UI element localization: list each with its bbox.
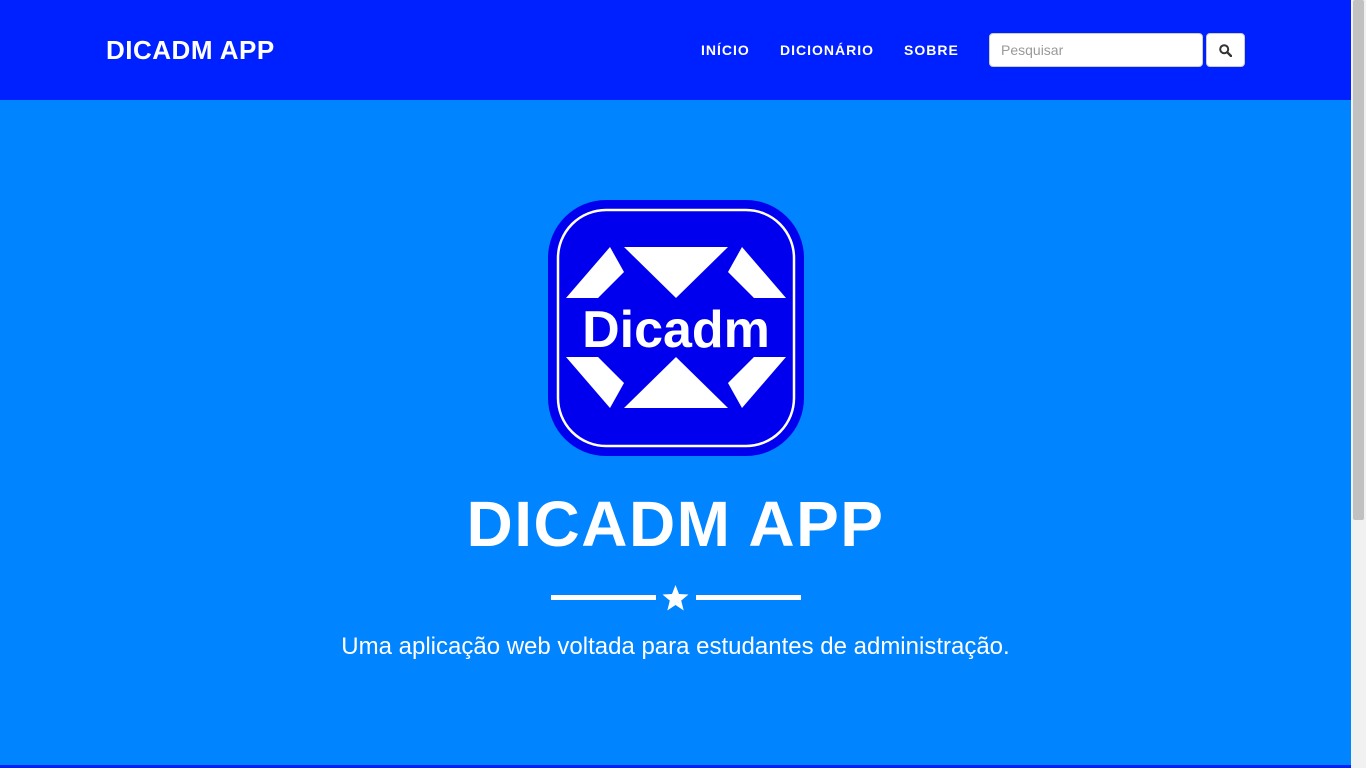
search-icon: [1219, 43, 1232, 57]
divider-line-left: [551, 595, 656, 600]
star-icon: [662, 585, 689, 611]
scrollbar-thumb[interactable]: [1353, 0, 1364, 520]
hero-title: DICADM APP: [466, 488, 885, 560]
search-button[interactable]: [1206, 33, 1245, 67]
nav-link-inicio[interactable]: INÍCIO: [701, 41, 750, 59]
navbar: DICADM APP INÍCIO DICIONÁRIO SOBRE: [0, 0, 1351, 100]
logo-text: Dicadm: [582, 301, 770, 359]
nav-link-dicionario[interactable]: DICIONÁRIO: [780, 41, 874, 59]
dicadm-logo-icon: Dicadm: [548, 200, 804, 456]
nav-link-sobre[interactable]: SOBRE: [904, 41, 959, 59]
divider-line-right: [696, 595, 801, 600]
hero-tagline: Uma aplicação web voltada para estudante…: [341, 633, 1010, 660]
search-input[interactable]: [989, 33, 1203, 67]
brand-link[interactable]: DICADM APP: [106, 34, 275, 66]
hero-section: Dicadm DICADM APP Uma aplicação web volt…: [0, 100, 1351, 766]
